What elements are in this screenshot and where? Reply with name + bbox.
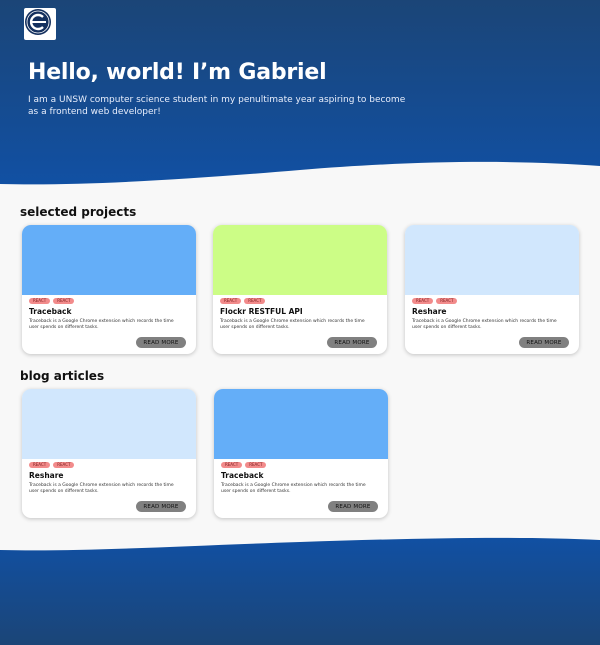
card-description: Traceback is a Google Chrome extension w… — [220, 319, 365, 330]
hero-title: Hello, world! I’m Gabriel — [28, 60, 327, 85]
tag-react: REACT — [245, 462, 267, 468]
tag-react: REACT — [220, 298, 242, 304]
card-title: Traceback — [29, 307, 72, 316]
read-more-button[interactable]: READ MORE — [519, 337, 569, 348]
blog-image — [214, 389, 388, 459]
tag-react: REACT — [29, 298, 51, 304]
hero-banner: Hello, world! I’m Gabriel I am a UNSW co… — [0, 0, 600, 200]
logo[interactable] — [24, 8, 56, 40]
blog-image — [22, 389, 196, 459]
project-image — [405, 225, 579, 295]
card-description: Traceback is a Google Chrome extension w… — [412, 319, 557, 330]
read-more-button[interactable]: READ MORE — [136, 501, 186, 512]
card-description: Traceback is a Google Chrome extension w… — [29, 319, 174, 330]
project-card-reshare[interactable]: REACT REACT Reshare Traceback is a Googl… — [405, 225, 579, 354]
card-description: Traceback is a Google Chrome extension w… — [221, 483, 366, 494]
tag-list: REACT REACT — [220, 298, 266, 304]
projects-heading: selected projects — [20, 205, 137, 219]
tag-list: REACT REACT — [29, 298, 75, 304]
card-title: Reshare — [29, 471, 64, 480]
project-card-traceback[interactable]: REACT REACT Traceback Traceback is a Goo… — [22, 225, 196, 354]
tag-react: REACT — [221, 462, 243, 468]
tag-react: REACT — [436, 298, 458, 304]
card-description: Traceback is a Google Chrome extension w… — [29, 483, 174, 494]
blog-heading: blog articles — [20, 369, 105, 383]
card-title: Traceback — [221, 471, 264, 480]
tag-react: REACT — [244, 298, 266, 304]
tag-react: REACT — [412, 298, 434, 304]
tag-list: REACT REACT — [29, 462, 75, 468]
read-more-button[interactable]: READ MORE — [136, 337, 186, 348]
hero-subtitle: I am a UNSW computer science student in … — [28, 95, 406, 117]
card-title: Reshare — [412, 307, 447, 316]
footer-wave — [0, 530, 600, 645]
read-more-button[interactable]: READ MORE — [327, 337, 377, 348]
project-image — [213, 225, 387, 295]
tag-list: REACT REACT — [412, 298, 458, 304]
blog-card-reshare[interactable]: REACT REACT Reshare Traceback is a Googl… — [22, 389, 196, 518]
tag-react: REACT — [53, 462, 75, 468]
tag-react: REACT — [29, 462, 51, 468]
project-card-flockr[interactable]: REACT REACT Flockr RESTFUL API Traceback… — [213, 225, 387, 354]
project-image — [22, 225, 196, 295]
footer-wave-background — [0, 537, 600, 645]
blog-card-traceback[interactable]: REACT REACT Traceback Traceback is a Goo… — [214, 389, 388, 518]
read-more-button[interactable]: READ MORE — [328, 501, 378, 512]
logo-icon — [25, 9, 51, 35]
card-title: Flockr RESTFUL API — [220, 307, 303, 316]
tag-list: REACT REACT — [221, 462, 267, 468]
tag-react: REACT — [53, 298, 75, 304]
